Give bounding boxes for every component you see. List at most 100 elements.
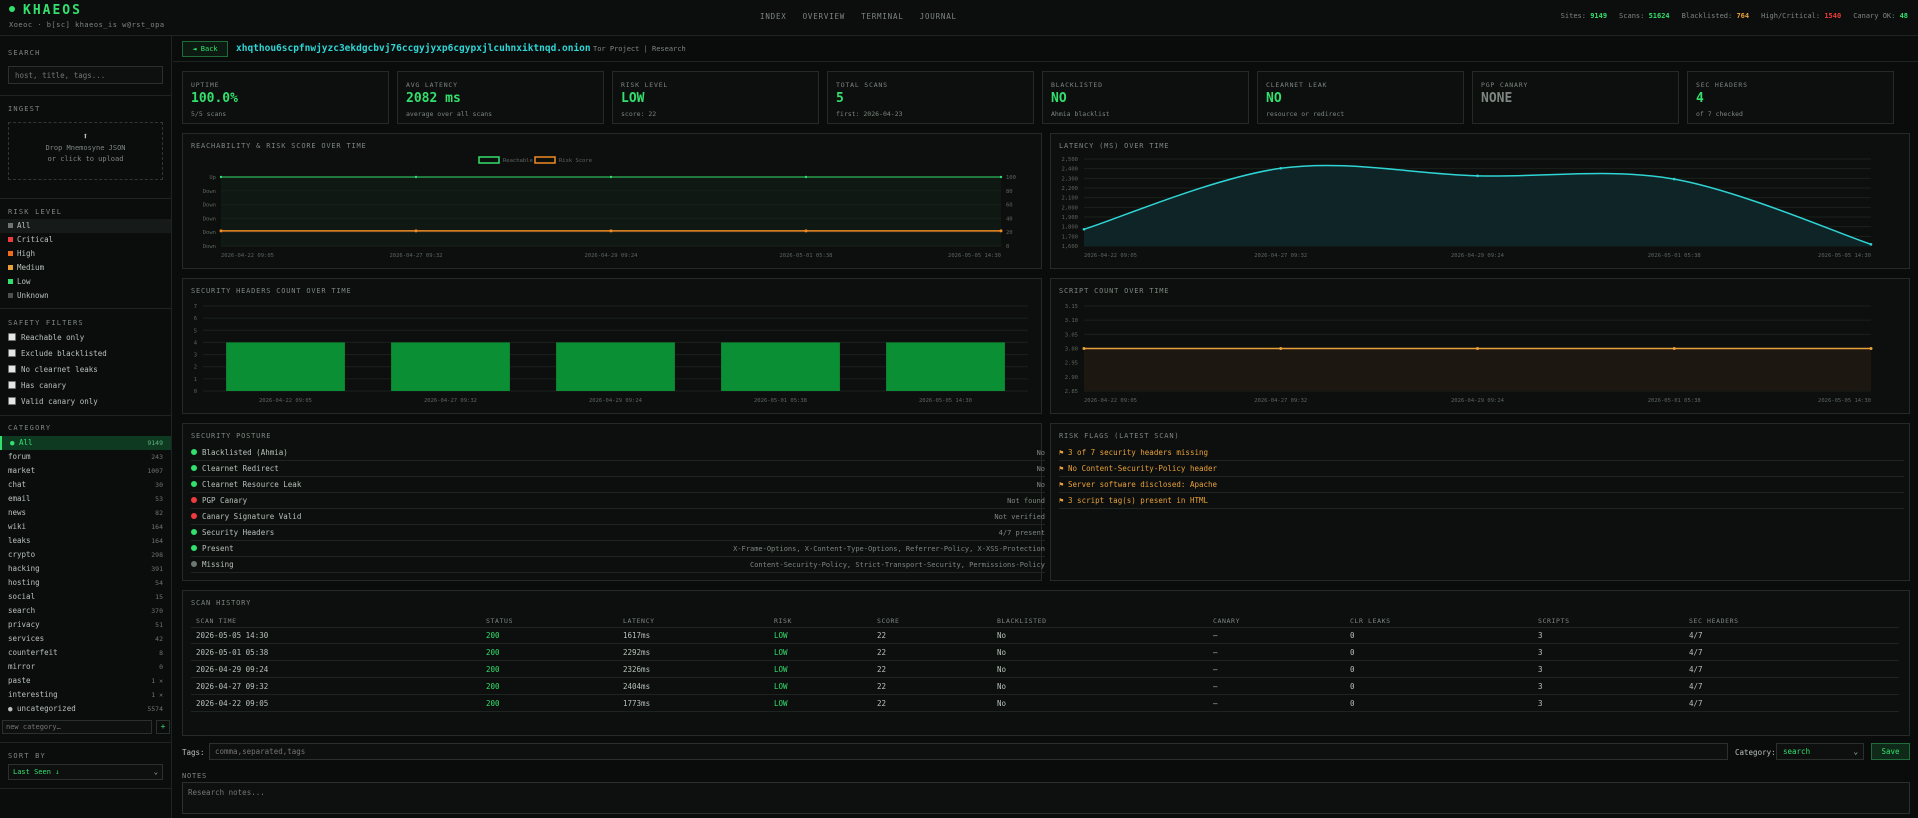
y-tick-label: 0 [194, 389, 197, 395]
brand-logo[interactable]: KHAEOS [9, 3, 82, 18]
category-item[interactable]: services 42 [0, 632, 171, 646]
nav-overview[interactable]: OVERVIEW [803, 12, 846, 21]
card-value: 2082 ms [406, 91, 461, 106]
new-category-input[interactable] [2, 720, 152, 734]
category-count: 30 [155, 481, 163, 489]
category-item[interactable]: news 82 [0, 506, 171, 520]
safety-filter-item[interactable]: Reachable only [0, 330, 171, 346]
safety-filter-label: Exclude blacklisted [21, 349, 107, 358]
search-input[interactable] [8, 66, 163, 84]
summary-card: SEC HEADERS 4 of 7 checked [1687, 71, 1894, 124]
y-tick-label: 6 [194, 316, 197, 322]
column-header[interactable]: SEC HEADERS [1689, 617, 1739, 625]
safety-filter-item[interactable]: Valid canary only [0, 394, 171, 410]
category-item[interactable]: forum 243 [0, 450, 171, 464]
category-item[interactable]: crypto 298 [0, 548, 171, 562]
tags-input[interactable] [209, 743, 1728, 760]
stat-label: Sites: [1560, 12, 1586, 20]
column-header[interactable]: RISK [774, 617, 792, 625]
category-item[interactable]: interesting 1 ✕ [0, 688, 171, 702]
y-tick-label: 2,500 [1061, 157, 1078, 163]
category-count: 1 ✕ [151, 691, 163, 699]
risk-filter-item[interactable]: Medium [0, 261, 171, 275]
card-label: TOTAL SCANS [836, 81, 888, 89]
safety-filter-item[interactable]: Has canary [0, 378, 171, 394]
risk-filter-item[interactable]: Unknown [0, 289, 171, 303]
checkbox[interactable] [8, 333, 16, 341]
category-item[interactable]: hosting 54 [0, 576, 171, 590]
column-header[interactable]: BLACKLISTED [997, 617, 1047, 625]
chevron-down-icon: ⌄ [1853, 747, 1858, 756]
category-count: 164 [151, 537, 163, 545]
column-header[interactable]: SCRIPTS [1538, 617, 1570, 625]
ingest-dropzone[interactable]: ⬆ Drop Mnemosyne JSON or click to upload [8, 122, 163, 180]
category-item[interactable]: email 53 [0, 492, 171, 506]
safety-filter-item[interactable]: No clearnet leaks [0, 362, 171, 378]
risk-filter-item[interactable]: Critical [0, 233, 171, 247]
summary-card: CLEARNET LEAK NO resource or redirect [1257, 71, 1464, 124]
add-category-button[interactable]: + [156, 720, 170, 734]
table-cell: 3 [1538, 665, 1543, 674]
table-cell: 2026-05-05 14:30 [196, 631, 269, 640]
save-button[interactable]: Save [1871, 743, 1910, 760]
column-header[interactable]: SCAN TIME [196, 617, 237, 625]
category-item[interactable]: ● All 9149 [0, 436, 171, 450]
category-item[interactable]: mirror 0 [0, 660, 171, 674]
summary-card: BLACKLISTED NO Ahmia blacklist [1042, 71, 1249, 124]
y-tick-label: 0 [1006, 244, 1009, 250]
category-item[interactable]: counterfeit 8 [0, 646, 171, 660]
category-item[interactable]: leaks 164 [0, 534, 171, 548]
table-cell: 22 [877, 699, 887, 708]
back-button[interactable]: ◄ Back [182, 41, 228, 57]
script-count-point [1476, 347, 1479, 350]
safety-filter-item[interactable]: Exclude blacklisted [0, 346, 171, 362]
category-label: ● All [10, 438, 33, 447]
category-item[interactable]: hacking 391 [0, 562, 171, 576]
nav-journal[interactable]: JOURNAL [920, 12, 957, 21]
risk-title: RISK LEVEL [8, 208, 63, 216]
checkbox[interactable] [8, 397, 16, 405]
table-cell: 22 [877, 631, 887, 640]
category-item[interactable]: search 370 [0, 604, 171, 618]
category-item[interactable]: ● uncategorized 5574 [0, 702, 171, 716]
risk-filter-item[interactable]: Low [0, 275, 171, 289]
x-tick-label: 2026-04-29 09:24 [1451, 398, 1505, 404]
category-item[interactable]: paste 1 ✕ [0, 674, 171, 688]
table-cell: 0 [1350, 665, 1355, 674]
category-label: interesting [8, 690, 58, 699]
card-sub: resource or redirect [1266, 110, 1345, 118]
risk-filter-label: Low [17, 277, 31, 286]
category-item[interactable]: wiki 164 [0, 520, 171, 534]
column-header[interactable]: SCORE [877, 617, 900, 625]
nav-index[interactable]: INDEX [760, 12, 787, 21]
x-tick-label: 2026-04-29 09:24 [1451, 253, 1505, 259]
checkbox[interactable] [8, 349, 16, 357]
column-header[interactable]: CLR LEAKS [1350, 617, 1391, 625]
risk-filter-label: Medium [17, 263, 45, 272]
latency-point [1672, 177, 1676, 181]
script-count-chart-panel: SCRIPT COUNT OVER TIME 3.15 3.10 3.05 3.00 2… [1050, 278, 1910, 414]
category-item[interactable]: privacy 51 [0, 618, 171, 632]
column-header[interactable]: CANARY [1213, 617, 1240, 625]
checkbox[interactable] [8, 381, 16, 389]
checkbox[interactable] [8, 365, 16, 373]
category-label: market [8, 466, 36, 475]
risk-filter-item[interactable]: High [0, 247, 171, 261]
column-header[interactable]: STATUS [486, 617, 513, 625]
column-header[interactable]: LATENCY [623, 617, 655, 625]
category-item[interactable]: social 15 [0, 590, 171, 604]
category-item[interactable]: market 1007 [0, 464, 171, 478]
risk-filter-item[interactable]: All [0, 219, 171, 233]
category-select[interactable]: search ⌄ [1776, 743, 1864, 760]
status-dot-icon [191, 449, 197, 455]
sort-select[interactable]: Last Seen ↓ ⌄ [8, 764, 163, 780]
notes-textarea[interactable] [182, 782, 1910, 814]
stat-item: Sites: 9149 [1561, 12, 1607, 20]
category-item[interactable]: chat 30 [0, 478, 171, 492]
latency-area [1084, 165, 1871, 246]
status-dot-icon [191, 545, 197, 551]
risk-score-point [804, 229, 808, 233]
onion-address: xhqthou6scpfnwjyzc3ekdgcbvj76ccgyjyxp6cg… [236, 43, 591, 54]
legend-swatch [478, 156, 500, 164]
nav-terminal[interactable]: TERMINAL [861, 12, 904, 21]
